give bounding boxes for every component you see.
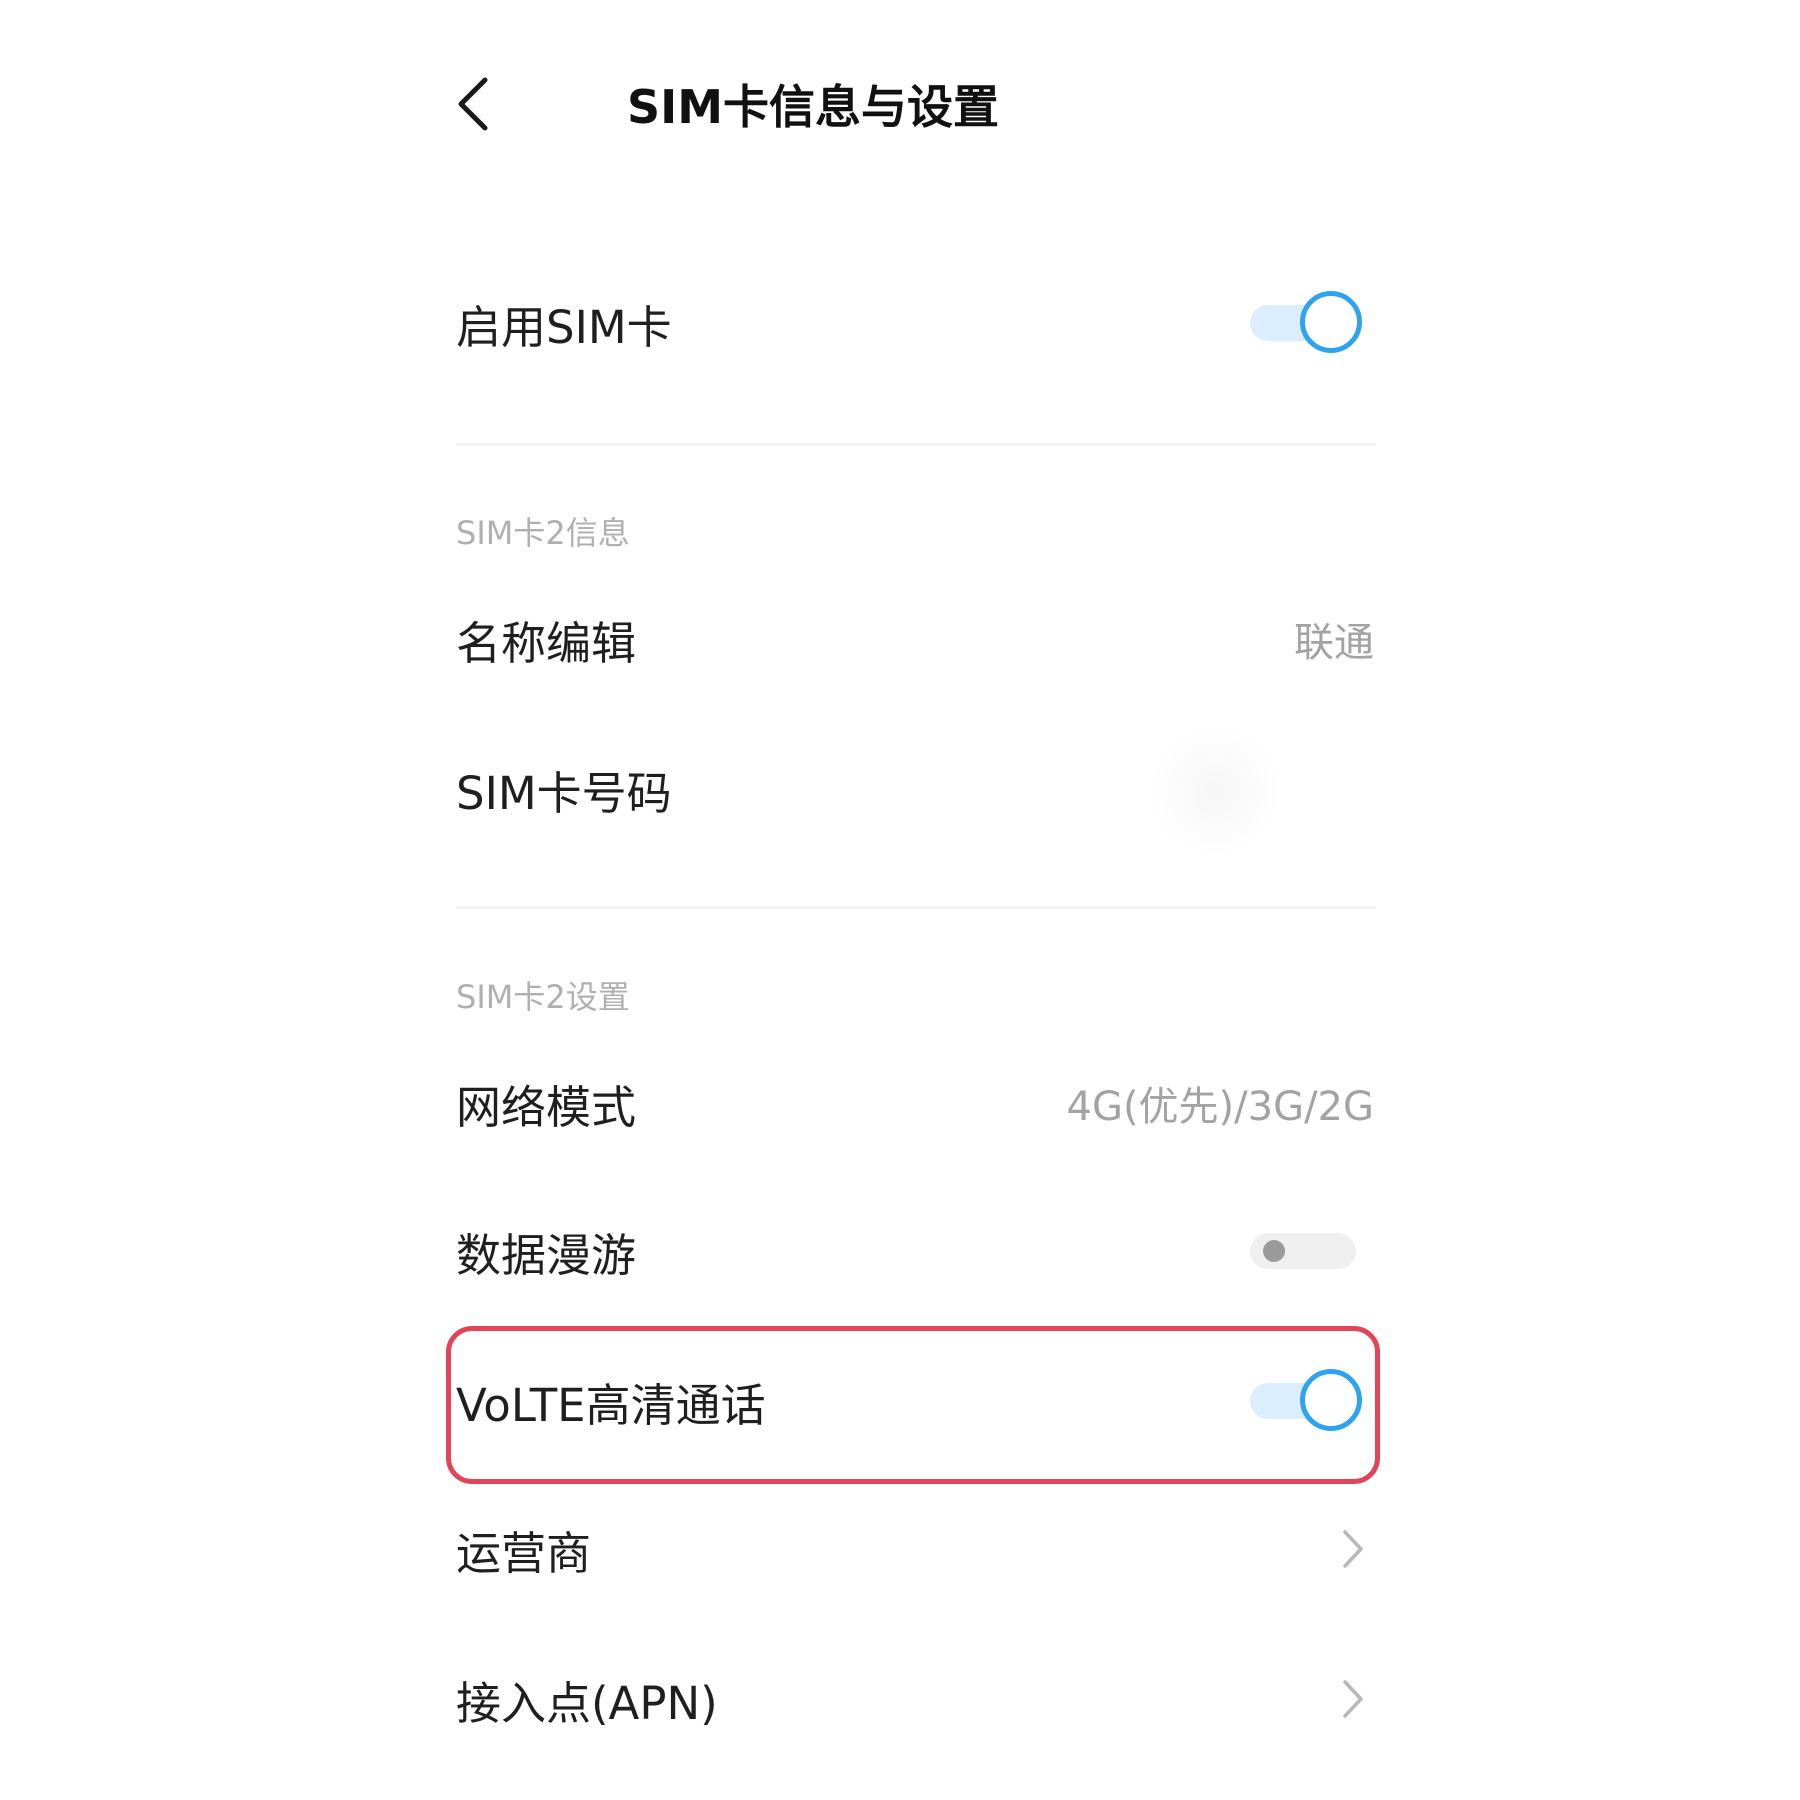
name-edit-label: 名称编辑	[456, 616, 637, 670]
volte-label: VoLTE高清通话	[456, 1378, 766, 1432]
name-edit-row[interactable]: 名称编辑 联通	[456, 600, 1374, 678]
divider	[456, 443, 1376, 446]
data-roaming-label: 数据漫游	[456, 1228, 637, 1282]
name-edit-value: 联通	[1294, 620, 1374, 666]
carrier-label: 运营商	[456, 1526, 592, 1580]
toggle-knob	[1300, 291, 1362, 353]
chevron-right-icon	[1338, 1674, 1368, 1724]
back-button[interactable]	[455, 62, 515, 146]
enable-sim-toggle[interactable]	[1250, 291, 1362, 354]
chevron-left-icon	[458, 77, 488, 131]
apn-label: 接入点(APN)	[456, 1676, 718, 1730]
data-roaming-toggle[interactable]	[1250, 1220, 1362, 1282]
section-title-sim-settings: SIM卡2设置	[456, 978, 630, 1016]
divider	[456, 906, 1376, 909]
smudge	[1150, 720, 1280, 860]
sim-settings-screen: SIM卡信息与设置 启用SIM卡 SIM卡2信息 名称编辑 联通 SIM卡号码 …	[0, 0, 1800, 1800]
section-title-sim-info: SIM卡2信息	[456, 514, 630, 552]
sim-number-label: SIM卡号码	[456, 766, 672, 820]
toggle-knob	[1263, 1240, 1285, 1262]
carrier-row[interactable]: 运营商	[456, 1510, 1374, 1588]
enable-sim-row[interactable]: 启用SIM卡	[456, 284, 1374, 362]
volte-toggle[interactable]	[1250, 1369, 1362, 1432]
page-title: SIM卡信息与设置	[627, 80, 1000, 134]
header: SIM卡信息与设置	[455, 62, 999, 146]
network-mode-value: 4G(优先)/3G/2G	[1066, 1084, 1375, 1130]
toggle-knob	[1300, 1369, 1362, 1431]
network-mode-row[interactable]: 网络模式 4G(优先)/3G/2G	[456, 1064, 1374, 1142]
apn-row[interactable]: 接入点(APN)	[456, 1660, 1374, 1738]
enable-sim-label: 启用SIM卡	[456, 300, 672, 354]
volte-row[interactable]: VoLTE高清通话	[456, 1362, 1374, 1440]
network-mode-label: 网络模式	[456, 1080, 637, 1134]
data-roaming-row[interactable]: 数据漫游	[456, 1212, 1374, 1290]
chevron-right-icon	[1338, 1524, 1368, 1574]
